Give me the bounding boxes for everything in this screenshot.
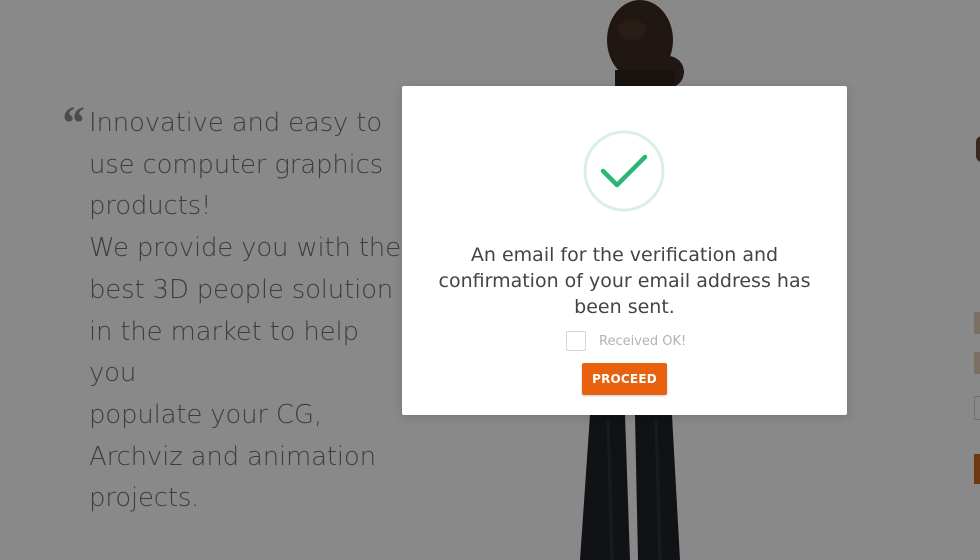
verification-message: An email for the verification and confir… — [402, 242, 847, 320]
received-ok-row[interactable]: Received OK! — [566, 330, 686, 352]
received-ok-checkbox[interactable] — [566, 331, 586, 351]
received-ok-label[interactable]: Received OK! — [599, 334, 686, 349]
check-circle-icon — [583, 130, 665, 212]
message-line: been sent. — [574, 296, 675, 318]
message-line: An email for the verification and — [470, 244, 779, 266]
proceed-button[interactable]: PROCEED — [582, 363, 667, 395]
email-verification-dialog: An email for the verification and confir… — [402, 86, 847, 415]
message-line: confirmation of your email address has — [438, 270, 811, 292]
